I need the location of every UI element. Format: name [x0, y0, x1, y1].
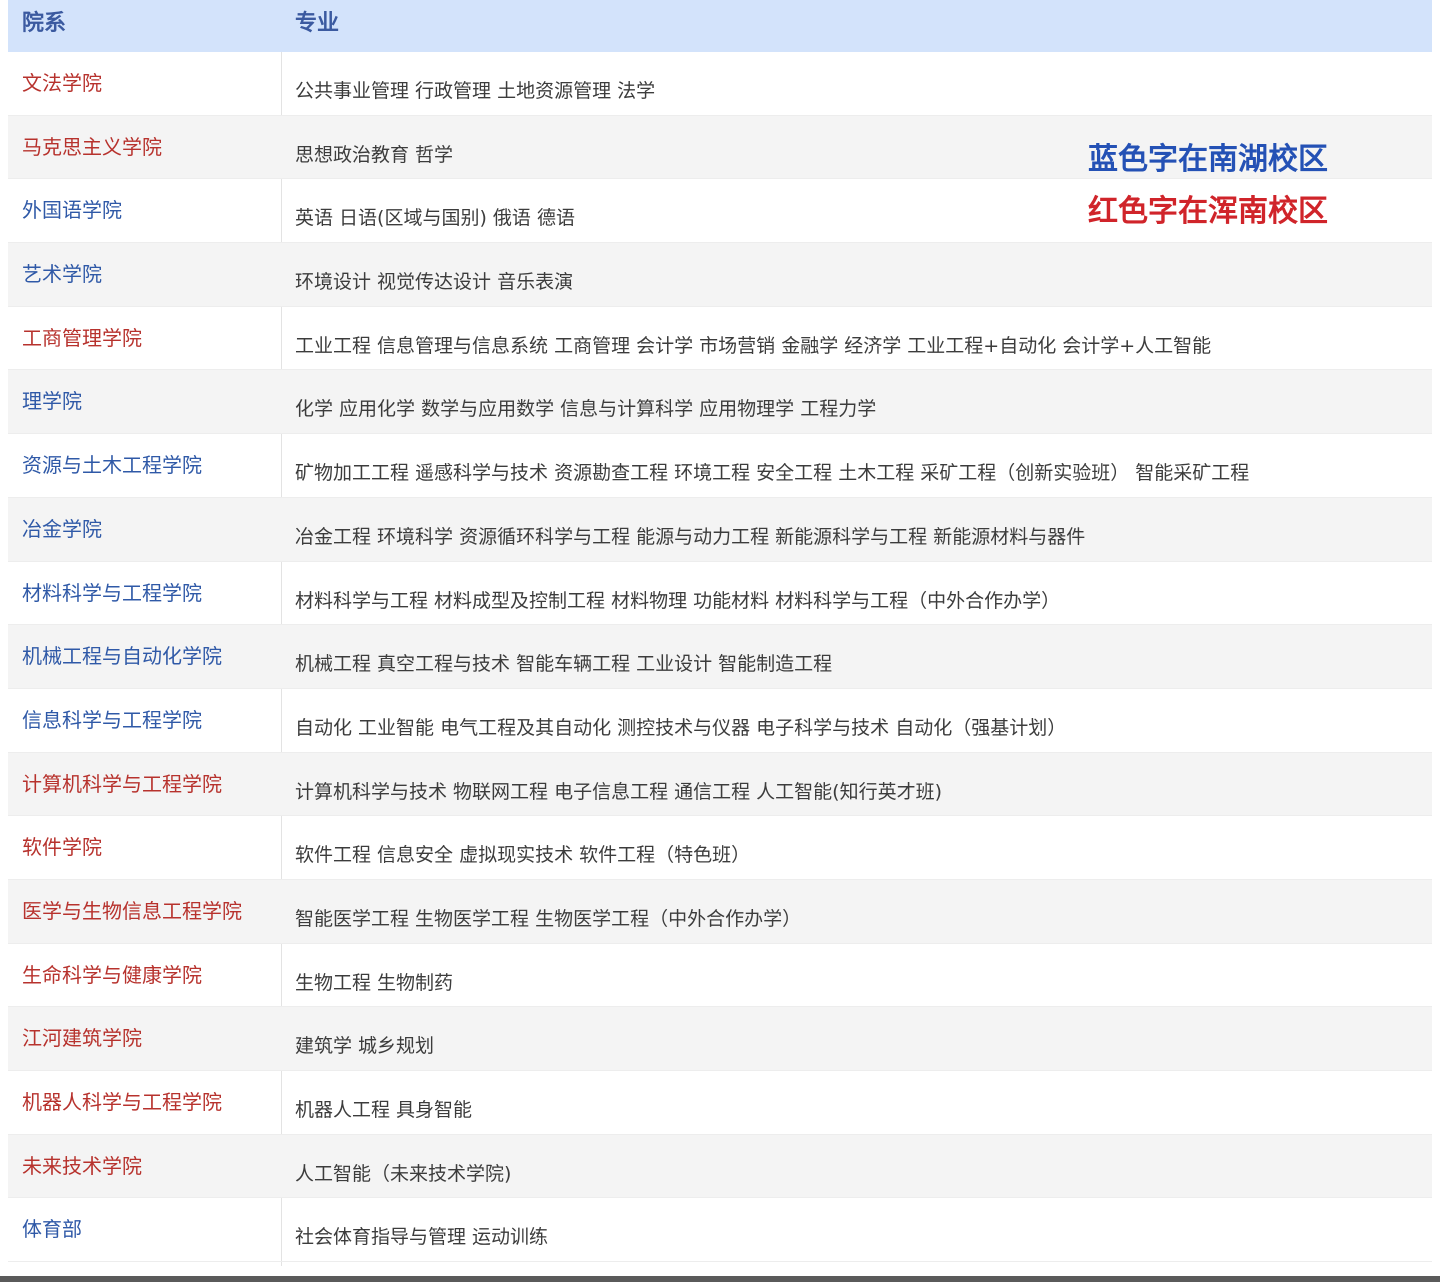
- bottom-edge: [0, 1276, 1440, 1282]
- dept-name: 马克思主义学院: [22, 134, 162, 159]
- table-header: 院系 专业: [8, 0, 1432, 52]
- major-list: 建筑学 城乡规划: [295, 1035, 435, 1058]
- dept-name: 生命科学与健康学院: [22, 962, 202, 987]
- legend-blue-note: 蓝色字在南湖校区: [1088, 142, 1328, 177]
- table-row: 未来技术学院 人工智能（未来技术学院): [8, 1134, 1432, 1199]
- major-list: 材料科学与工程 材料成型及控制工程 材料物理 功能材料 材料科学与工程（中外合作…: [295, 589, 1061, 612]
- major-list: 化学 应用化学 数学与应用数学 信息与计算科学 应用物理学 工程力学: [295, 398, 877, 421]
- major-list: 计算机科学与技术 物联网工程 电子信息工程 通信工程 人工智能(知行英才班): [295, 780, 942, 803]
- dept-name: 体育部: [22, 1217, 82, 1242]
- header-dept: 院系: [22, 11, 67, 36]
- table-row: 江河建筑学院 建筑学 城乡规划: [8, 1007, 1432, 1071]
- dept-name: 医学与生物信息工程学院: [22, 898, 242, 923]
- table-row: 信息科学与工程学院 自动化 工业智能 电气工程及其自动化 测控技术与仪器 电子科学…: [8, 689, 1432, 753]
- major-list: 智能医学工程 生物医学工程 生物医学工程（中外合作办学）: [295, 907, 802, 930]
- dept-name: 材料科学与工程学院: [22, 580, 202, 605]
- table-row: 材料科学与工程学院 材料科学与工程 材料成型及控制工程 材料物理 功能材料 材料科…: [8, 562, 1432, 626]
- major-list: 冶金工程 环境科学 资源循环科学与工程 能源与动力工程 新能源科学与工程 新能源…: [295, 525, 1086, 548]
- table-row: 体育部 社会体育指导与管理 运动训练: [8, 1198, 1432, 1263]
- table-row: 文法学院 公共事业管理 行政管理 土地资源管理 法学: [8, 52, 1432, 116]
- header-major: 专业: [295, 11, 340, 36]
- major-list: 软件工程 信息安全 虚拟现实技术 软件工程（特色班）: [295, 844, 751, 867]
- major-list: 矿物加工工程 遥感科学与技术 资源勘查工程 环境工程 安全工程 土木工程 采矿工…: [295, 462, 1250, 485]
- table-row: 机器人科学与工程学院 机器人工程 具身智能: [8, 1071, 1432, 1135]
- table-row: 机械工程与自动化学院 机械工程 真空工程与技术 智能车辆工程 工业设计 智能制造工…: [8, 625, 1432, 689]
- major-list: 机器人工程 具身智能: [295, 1099, 473, 1121]
- dept-name: 理学院: [22, 389, 82, 414]
- table-row: 艺术学院 环境设计 视觉传达设计 音乐表演: [8, 243, 1432, 307]
- dept-name: 软件学院: [22, 835, 102, 860]
- table-row: 医学与生物信息工程学院 智能医学工程 生物医学工程 生物医学工程（中外合作办学）: [8, 879, 1432, 944]
- dept-name: 信息科学与工程学院: [22, 707, 202, 732]
- dept-name: 外国语学院: [22, 198, 122, 223]
- major-list: 工业工程 信息管理与信息系统 工商管理 会计学 市场营销 金融学 经济学 工业工…: [295, 334, 1212, 357]
- major-list: 思想政治教育 哲学: [295, 143, 454, 166]
- dept-name: 文法学院: [22, 71, 102, 95]
- major-list: 人工智能（未来技术学院): [295, 1162, 512, 1185]
- dept-name: 机械工程与自动化学院: [22, 644, 222, 669]
- campus-legend: 蓝色字在南湖校区 红色字在浑南校区: [1088, 134, 1328, 238]
- dept-name: 冶金学院: [22, 516, 102, 541]
- major-list: 自动化 工业智能 电气工程及其自动化 测控技术与仪器 电子科学与技术 自动化（强…: [295, 716, 1067, 739]
- major-list: 英语 日语(区域与国别) 俄语 德语: [295, 207, 575, 230]
- major-list: 社会体育指导与管理 运动训练: [295, 1226, 549, 1249]
- dept-name: 工商管理学院: [22, 325, 142, 350]
- major-list: 生物工程 生物制药: [295, 971, 454, 994]
- legend-red-note: 红色字在浑南校区: [1088, 194, 1328, 229]
- dept-name: 计算机科学与工程学院: [22, 771, 222, 796]
- table-row: 理学院 化学 应用化学 数学与应用数学 信息与计算科学 应用物理学 工程力学: [8, 370, 1432, 435]
- major-list: 环境设计 视觉传达设计 音乐表演: [295, 271, 574, 294]
- table-row: 软件学院 软件工程 信息安全 虚拟现实技术 软件工程（特色班）: [8, 816, 1432, 880]
- table-row: 冶金学院 冶金工程 环境科学 资源循环科学与工程 能源与动力工程 新能源科学与工程…: [8, 497, 1432, 562]
- table-row: 资源与土木工程学院 矿物加工工程 遥感科学与技术 资源勘查工程 环境工程 安全工程…: [8, 434, 1432, 498]
- dept-name: 未来技术学院: [22, 1153, 142, 1178]
- dept-name: 机器人科学与工程学院: [22, 1090, 222, 1114]
- dept-name: 艺术学院: [22, 262, 102, 287]
- table-row: 工商管理学院 工业工程 信息管理与信息系统 工商管理 会计学 市场营销 金融学 经…: [8, 307, 1432, 371]
- table-row: 生命科学与健康学院 生物工程 生物制药: [8, 944, 1432, 1008]
- major-list: 机械工程 真空工程与技术 智能车辆工程 工业设计 智能制造工程: [295, 653, 833, 676]
- dept-name: 资源与土木工程学院: [22, 453, 202, 478]
- major-list: 公共事业管理 行政管理 土地资源管理 法学: [295, 80, 656, 102]
- table-row: 计算机科学与工程学院 计算机科学与技术 物联网工程 电子信息工程 通信工程 人工智…: [8, 752, 1432, 817]
- dept-name: 江河建筑学院: [22, 1026, 142, 1051]
